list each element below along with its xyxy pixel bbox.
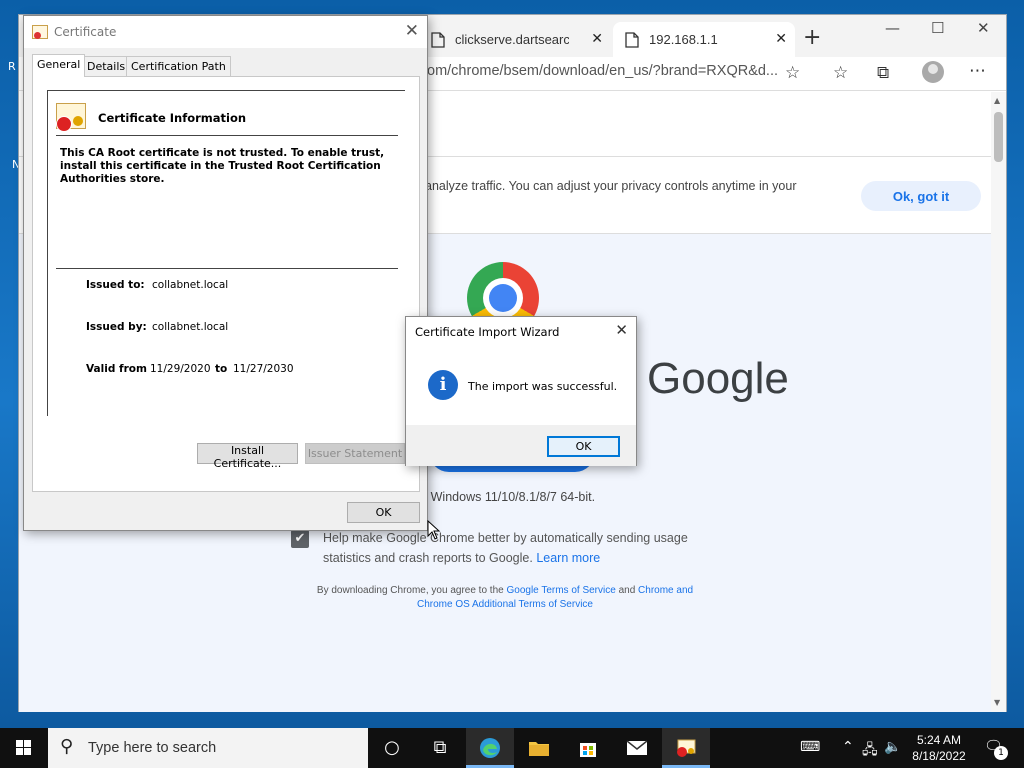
info-icon: i: [428, 370, 458, 400]
issuer-statement-button: Issuer Statement: [305, 443, 405, 464]
new-tab-button[interactable]: +: [803, 25, 821, 50]
certificate-dialog: Certificate ✕ General Details Certificat…: [23, 15, 428, 531]
notification-badge: 1: [994, 746, 1008, 760]
issued-by-value: collabnet.local: [152, 321, 229, 333]
privacy-text: analyze traffic. You can adjust your pri…: [425, 179, 797, 193]
valid-to-label: to: [215, 363, 228, 375]
close-icon[interactable]: ✕: [615, 321, 628, 339]
system-clock[interactable]: 5:24 AM 8/18/2022: [904, 732, 974, 764]
page-icon: [431, 31, 445, 48]
issued-by-label: Issued by:: [86, 321, 147, 333]
desktop-fragment-r: R: [8, 60, 16, 73]
favorites-icon[interactable]: ☆: [833, 63, 848, 83]
learn-more-link[interactable]: Learn more: [536, 551, 600, 565]
address-bar[interactable]: om/chrome/bsem/download/en_us/?brand=RXQ…: [427, 63, 778, 79]
file-explorer-icon[interactable]: [515, 728, 563, 768]
scroll-down-icon[interactable]: ▼: [994, 698, 1000, 707]
import-success-message: The import was successful.: [468, 380, 618, 393]
tab-label: clickserve.dartsearch.net: [455, 32, 569, 47]
collections-icon[interactable]: ⧉: [877, 63, 889, 83]
clock-time: 5:24 AM: [916, 733, 962, 747]
terms-and: and: [618, 585, 636, 596]
issued-to-value: collabnet.local: [152, 279, 229, 291]
start-button[interactable]: [0, 728, 48, 768]
ok-got-it-button[interactable]: Ok, got it: [861, 181, 981, 211]
google-wordmark: Google: [647, 354, 789, 403]
page-icon: [625, 31, 639, 48]
tab-close-icon[interactable]: ✕: [775, 31, 787, 47]
clock-date: 8/18/2022: [912, 749, 966, 763]
issued-to-label: Issued to:: [86, 279, 145, 291]
tab-details[interactable]: Details: [82, 56, 131, 76]
untrusted-certificate-icon: [56, 103, 86, 132]
windows-logo-icon: [24, 748, 31, 755]
certificate-icon: [32, 25, 48, 39]
os-compat-text: r Windows 11/10/8.1/8/7 64-bit.: [423, 490, 596, 504]
taskbar-search[interactable]: ⚲ Type here to search: [48, 728, 368, 768]
tab-clickserve[interactable]: clickserve.dartsearch.net ✕: [431, 22, 611, 57]
divider: [56, 135, 398, 136]
store-icon[interactable]: [564, 728, 612, 768]
valid-from-label: Valid from: [86, 363, 147, 375]
valid-to-value: 11/27/2030: [233, 363, 294, 375]
general-tab-panel: Certificate Information This CA Root cer…: [32, 76, 420, 492]
certificate-taskbar-icon[interactable]: [662, 728, 710, 768]
keyboard-icon[interactable]: ⌨: [800, 739, 820, 755]
certificate-info-box: Certificate Information This CA Root cer…: [47, 90, 405, 416]
network-icon[interactable]: 🖧: [862, 739, 878, 763]
certificate-ok-button[interactable]: OK: [347, 502, 420, 523]
wizard-ok-button[interactable]: OK: [547, 436, 620, 457]
certificate-titlebar: Certificate ✕: [24, 16, 427, 48]
task-view-icon[interactable]: ⧉: [416, 728, 464, 768]
tab-label: 192.168.1.1: [649, 32, 718, 47]
cortana-icon[interactable]: ○: [368, 728, 416, 768]
mail-icon[interactable]: [613, 728, 661, 768]
tab-close-icon[interactable]: ✕: [591, 31, 603, 47]
windows-logo-icon: [16, 740, 23, 747]
install-certificate-button[interactable]: Install Certificate...: [197, 443, 298, 470]
profile-avatar[interactable]: [922, 61, 944, 83]
settings-menu-icon[interactable]: ⋯: [969, 61, 986, 81]
maximize-button[interactable]: ☐: [931, 19, 944, 37]
google-terms-link[interactable]: Google Terms of Service: [506, 585, 615, 596]
scroll-thumb[interactable]: [994, 112, 1003, 162]
certificate-info-heading: Certificate Information: [98, 111, 247, 125]
volume-muted-icon[interactable]: 🔈: [884, 739, 901, 755]
windows-logo-icon: [24, 740, 31, 747]
trust-warning-text: This CA Root certificate is not trusted.…: [60, 147, 385, 185]
tab-router[interactable]: 192.168.1.1 ✕: [613, 22, 795, 57]
divider: [56, 268, 398, 269]
add-favorite-icon[interactable]: ☆: [785, 63, 800, 83]
close-window-button[interactable]: ✕: [977, 19, 990, 37]
close-icon[interactable]: ✕: [405, 21, 419, 41]
import-wizard-dialog: Certificate Import Wizard ✕ i The import…: [405, 316, 637, 466]
terms-prefix: By downloading Chrome, you agree to the: [316, 585, 504, 596]
wizard-title: Certificate Import Wizard: [415, 325, 560, 339]
usage-stats-checkbox[interactable]: ✔: [291, 530, 309, 548]
scroll-up-icon[interactable]: ▲: [994, 96, 1000, 105]
search-icon: ⚲: [60, 736, 74, 757]
usage-stats-label: Help make Google Chrome better by automa…: [323, 531, 688, 565]
valid-from-value: 11/29/2020: [150, 363, 211, 375]
search-input[interactable]: Type here to search: [88, 740, 216, 756]
terms-text: By downloading Chrome, you agree to the …: [299, 584, 711, 612]
minimize-button[interactable]: —: [885, 19, 900, 37]
usage-stats-text: Help make Google Chrome better by automa…: [323, 528, 723, 568]
page-scrollbar[interactable]: ▲ ▼: [991, 92, 1006, 712]
tab-certification-path[interactable]: Certification Path: [126, 56, 231, 76]
taskbar: ⚲ Type here to search ○ ⧉ ⌨ ⌃ 🖧 🔈 5:24 A…: [0, 728, 1024, 768]
edge-browser-icon[interactable]: [466, 728, 514, 768]
windows-logo-icon: [16, 748, 23, 755]
wizard-footer: OK: [406, 425, 636, 466]
chevron-up-icon[interactable]: ⌃: [842, 739, 854, 755]
certificate-dialog-title: Certificate: [54, 25, 117, 39]
tab-general[interactable]: General: [32, 54, 86, 77]
